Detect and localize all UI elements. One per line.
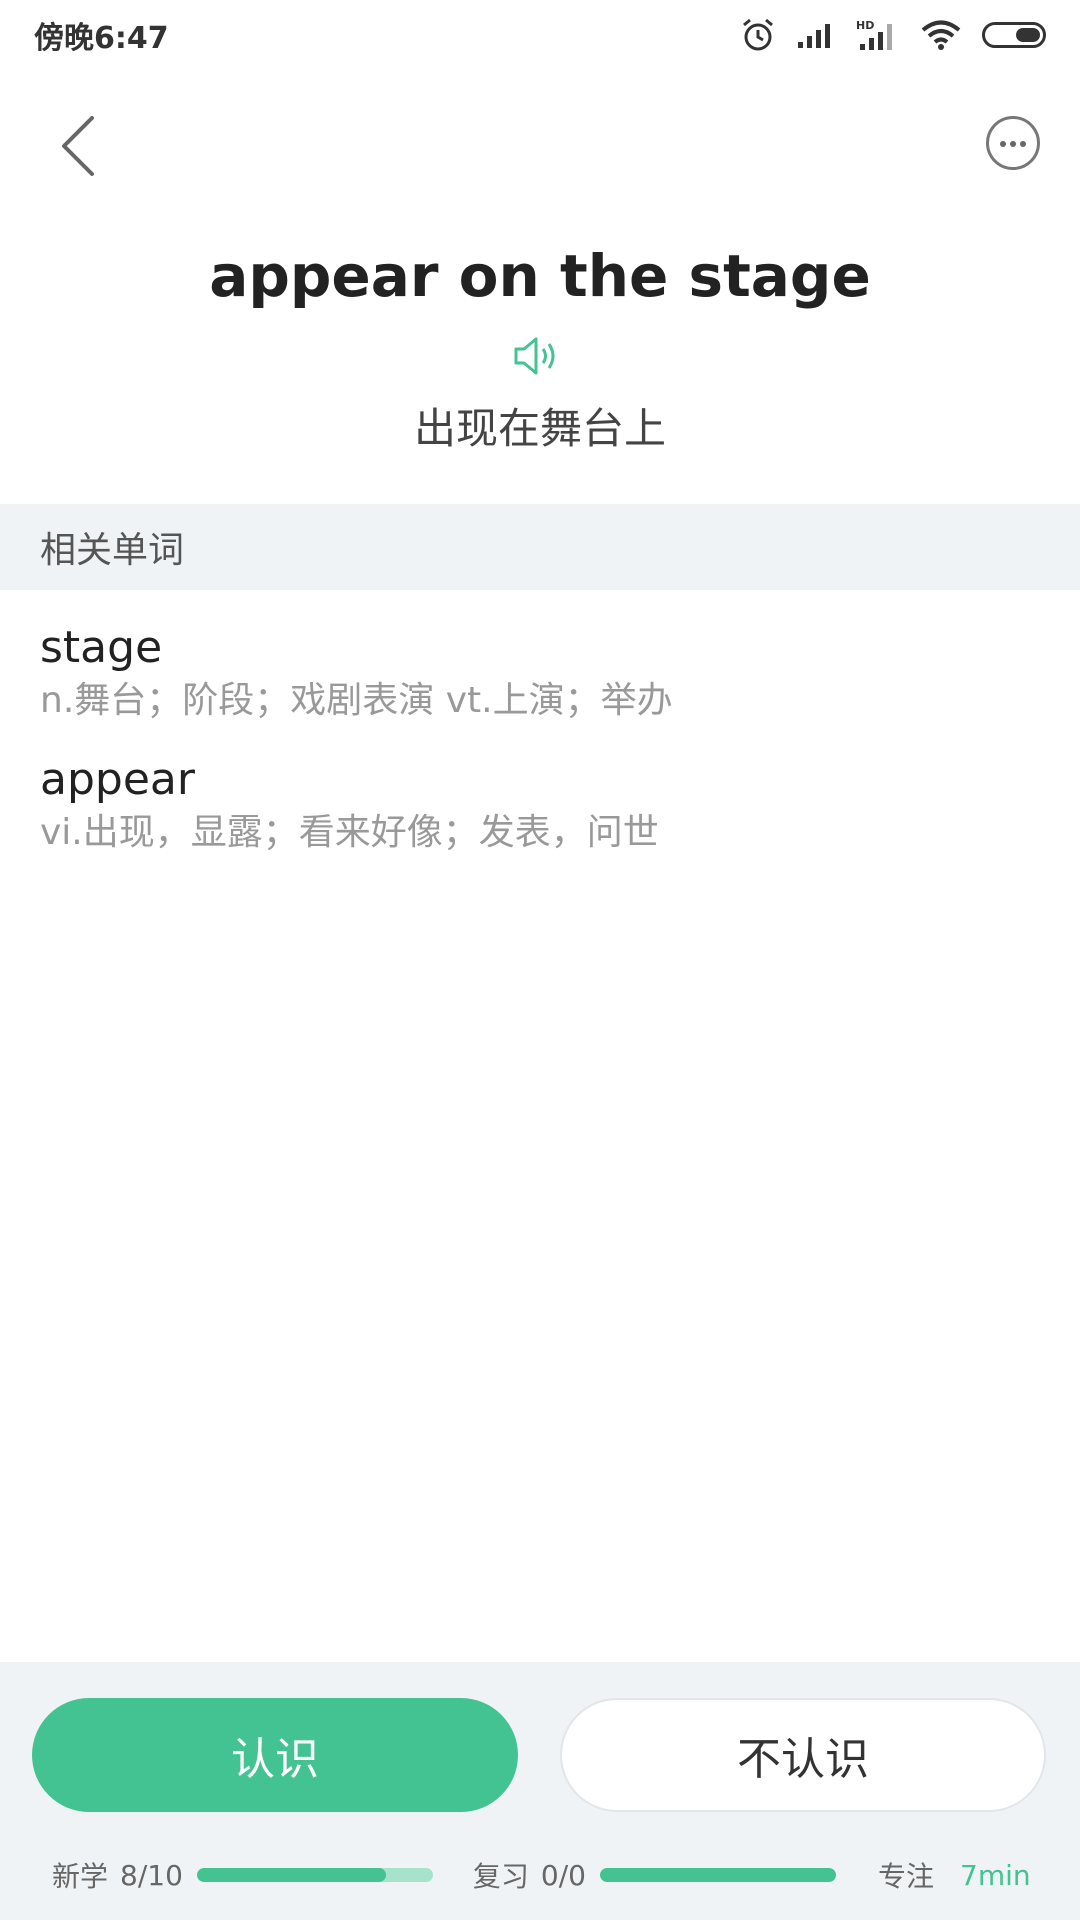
related-word-list: stage n.舞台；阶段；戏剧表演 vt.上演；举办 appear vi.出现… bbox=[40, 620, 1040, 884]
chevron-left-icon bbox=[62, 116, 94, 176]
word-definition: vi.出现，显露；看来好像；发表，问世 bbox=[40, 812, 659, 853]
speaker-icon bbox=[514, 337, 555, 375]
status-time: 傍晚6:47 bbox=[34, 21, 169, 56]
related-words-header: 相关单词 bbox=[0, 504, 1080, 590]
status-bar: 傍晚6:47 HD bbox=[0, 0, 1080, 70]
more-button[interactable] bbox=[986, 116, 1040, 170]
new-count: 8/10 bbox=[120, 1858, 183, 1892]
alarm-icon bbox=[743, 18, 773, 51]
word-definition: n.舞台；阶段；戏剧表演 vt.上演；举办 bbox=[40, 680, 673, 721]
svg-text:HD: HD bbox=[856, 19, 874, 32]
bottom-panel: 认识 不认识 新学 8/10 复习 0/0 专注 7min bbox=[0, 1662, 1080, 1920]
more-dots-icon bbox=[1000, 141, 1006, 147]
focus-label: 专注 bbox=[877, 1860, 934, 1893]
phrase-translation: 出现在舞台上 bbox=[413, 404, 666, 453]
new-progress-fill bbox=[196, 1868, 386, 1882]
know-button[interactable]: 认识 bbox=[32, 1698, 518, 1812]
review-count: 0/0 bbox=[540, 1858, 586, 1892]
phrase-title: appear on the stage bbox=[209, 242, 871, 310]
focus-time: 7min bbox=[960, 1858, 1031, 1892]
progress-stats: 新学 8/10 复习 0/0 专注 7min bbox=[52, 1850, 1042, 1900]
new-label: 新学 bbox=[52, 1860, 109, 1893]
word-term: appear bbox=[40, 754, 195, 805]
signal-icon bbox=[798, 24, 830, 48]
signal-icon-hd: HD bbox=[856, 19, 892, 50]
review-progress-bar bbox=[599, 1868, 836, 1882]
review-label: 复习 bbox=[472, 1860, 529, 1893]
word-term: stage bbox=[40, 622, 163, 673]
unknown-button[interactable]: 不认识 bbox=[560, 1698, 1046, 1812]
battery-icon bbox=[982, 22, 1046, 48]
wifi-icon bbox=[921, 20, 961, 50]
status-icons: HD bbox=[740, 17, 1046, 53]
list-item[interactable]: appear vi.出现，显露；看来好像；发表，问世 bbox=[40, 752, 1040, 858]
top-nav bbox=[0, 100, 1080, 190]
back-button[interactable] bbox=[50, 110, 110, 180]
list-item[interactable]: stage n.舞台；阶段；戏剧表演 vt.上演；举办 bbox=[40, 620, 1040, 726]
review-progress-fill bbox=[599, 1868, 836, 1882]
pronounce-button[interactable] bbox=[512, 334, 568, 378]
new-progress-bar bbox=[196, 1868, 433, 1882]
